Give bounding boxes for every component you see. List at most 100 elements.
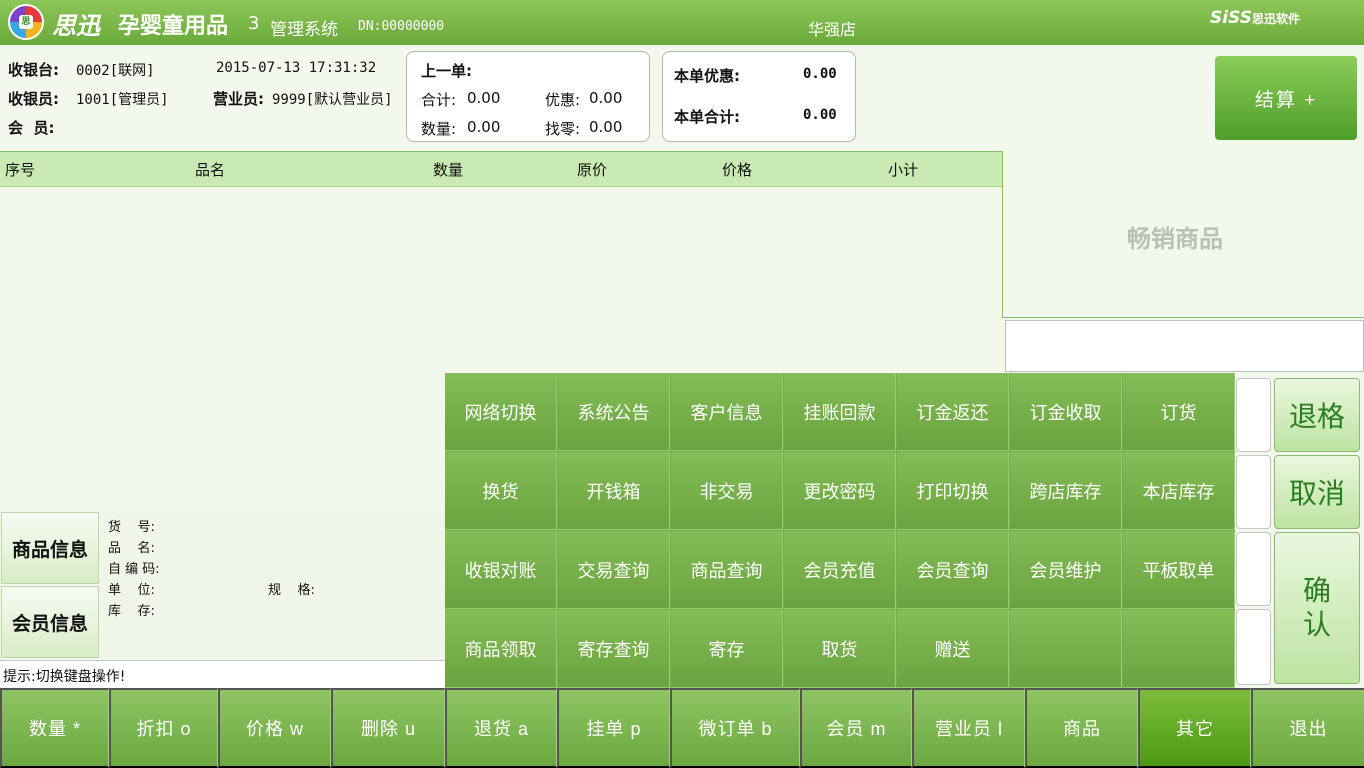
sku-label: 货 号: xyxy=(108,520,155,535)
vendor-brand: SiSS xyxy=(1210,8,1252,28)
vendor-name: 思迅软件 xyxy=(1251,12,1300,26)
settle-button[interactable]: 结算 + xyxy=(1215,56,1357,140)
menu-item[interactable]: 非交易 xyxy=(671,452,783,530)
menu-item[interactable]: 取货 xyxy=(784,610,896,688)
confirm-label-2: 认 xyxy=(1302,609,1331,640)
menu-item[interactable]: 更改密码 xyxy=(784,452,896,530)
product-name: 孕婴童用品 xyxy=(118,14,229,39)
spec-label: 规 格: xyxy=(268,583,315,598)
price-button[interactable]: 价格 w xyxy=(218,688,331,768)
clerk-label: 营业员: xyxy=(213,90,264,108)
col-price: 价格 xyxy=(722,161,753,179)
keypad-key[interactable] xyxy=(1236,609,1271,685)
menu-item[interactable]: 打印切换 xyxy=(897,452,1009,530)
last-qty-value: 0.00 xyxy=(467,118,501,136)
menu-item[interactable]: 收银对账 xyxy=(445,531,557,609)
menu-item[interactable]: 寄存查询 xyxy=(558,610,670,688)
cashier-value: 1001[管理员] xyxy=(76,92,169,108)
menu-item[interactable]: 网络切换 xyxy=(445,373,557,451)
keypad-key[interactable] xyxy=(1236,455,1271,529)
menu-item[interactable]: 挂账回款 xyxy=(784,373,896,451)
barcode-input[interactable] xyxy=(1005,320,1364,372)
menu-item[interactable]: 交易查询 xyxy=(558,531,670,609)
col-name: 品名 xyxy=(195,161,226,179)
menu-item[interactable]: 订货 xyxy=(1123,373,1235,451)
menu-item[interactable]: 换货 xyxy=(445,452,557,530)
keypad-key[interactable] xyxy=(1236,532,1271,606)
datetime: 2015-07-13 17:31:32 xyxy=(216,60,377,76)
last-order-box: 上一单: 合计: 0.00 优惠: 0.00 数量: 0.00 找零: 0.00 xyxy=(406,51,650,142)
info-tabs: 商品信息 会员信息 xyxy=(0,512,100,660)
tab-product-info[interactable]: 商品信息 xyxy=(1,512,99,584)
keypad-key[interactable] xyxy=(1236,378,1271,452)
col-qty: 数量 xyxy=(433,161,464,179)
clerk-value: 9999[默认营业员] xyxy=(272,92,393,108)
menu-item[interactable]: 商品查询 xyxy=(671,531,783,609)
version-number: 3 xyxy=(248,13,260,34)
menu-item-empty xyxy=(1010,610,1122,688)
confirm-button[interactable]: 确 认 xyxy=(1274,532,1360,684)
order-info-area: 收银台: 0002[联网] 2015-07-13 17:31:32 收银员: 1… xyxy=(0,45,1364,150)
discount-button[interactable]: 折扣 o xyxy=(109,688,218,768)
menu-item-empty xyxy=(1123,610,1235,688)
cashier-label: 收银员: xyxy=(8,90,59,108)
menu-item[interactable]: 系统公告 xyxy=(558,373,670,451)
backspace-button[interactable]: 退格 xyxy=(1274,378,1360,452)
menu-item[interactable]: 客户信息 xyxy=(671,373,783,451)
menu-item[interactable]: 平板取单 xyxy=(1123,531,1235,609)
menu-item[interactable]: 寄存 xyxy=(671,610,783,688)
register-value: 0002[联网] xyxy=(76,63,155,79)
last-total-value: 0.00 xyxy=(467,89,501,107)
table-header: 序号 品名 数量 原价 价格 小计 xyxy=(0,152,1002,187)
store-name: 华强店 xyxy=(808,20,857,39)
last-discount-value: 0.00 xyxy=(589,89,623,107)
menu-item[interactable]: 会员维护 xyxy=(1010,531,1122,609)
last-discount-label: 优惠: xyxy=(545,91,581,109)
product-button[interactable]: 商品 xyxy=(1025,688,1138,768)
name-label: 品 名: xyxy=(108,541,155,556)
current-discount-value: 0.00 xyxy=(803,66,837,82)
clerk-button[interactable]: 营业员 l xyxy=(912,688,1025,768)
product-info-panel: 货 号: 品 名: 自 编 码: 单 位: 规 格: 库 存: xyxy=(100,512,445,660)
last-qty-label: 数量: xyxy=(421,120,457,138)
menu-item[interactable]: 订金收取 xyxy=(1010,373,1122,451)
menu-item[interactable]: 赠送 xyxy=(897,610,1009,688)
hold-button[interactable]: 挂单 p xyxy=(557,688,670,768)
col-subtotal: 小计 xyxy=(888,161,919,179)
bestseller-panel[interactable]: 畅销商品 xyxy=(1002,151,1364,318)
menu-item[interactable]: 会员充值 xyxy=(784,531,896,609)
exit-button[interactable]: 退出 xyxy=(1251,688,1364,768)
delete-button[interactable]: 删除 u xyxy=(331,688,445,768)
col-index: 序号 xyxy=(5,161,36,179)
vendor-logo: SiSS思迅软件 xyxy=(1210,8,1300,28)
brand-name: 思迅 xyxy=(52,12,100,40)
stock-label: 库 存: xyxy=(108,604,155,619)
code-label: 自 编 码: xyxy=(108,562,160,577)
menu-item[interactable]: 跨店库存 xyxy=(1010,452,1122,530)
menu-item[interactable]: 会员查询 xyxy=(897,531,1009,609)
current-discount-label: 本单优惠: xyxy=(674,67,740,85)
return-button[interactable]: 退货 a xyxy=(445,688,557,768)
menu-item[interactable]: 商品领取 xyxy=(445,610,557,688)
app-logo-icon: 思 xyxy=(8,4,44,40)
system-name: 管理系统 xyxy=(270,20,338,40)
current-total-label: 本单合计: xyxy=(674,108,740,126)
menu-item[interactable]: 本店库存 xyxy=(1123,452,1235,530)
bestseller-label: 畅销商品 xyxy=(1127,225,1223,253)
current-total-value: 0.00 xyxy=(803,107,837,123)
menu-item[interactable]: 订金返还 xyxy=(897,373,1009,451)
last-change-label: 找零: xyxy=(545,120,581,138)
tab-member-info[interactable]: 会员信息 xyxy=(1,586,99,658)
function-menu: 网络切换 系统公告 客户信息 挂账回款 订金返还 订金收取 订货换货 开钱箱 非交易 更改密码 打印… xyxy=(445,373,1235,688)
dn-number: DN:00000000 xyxy=(358,19,445,34)
bottom-toolbar: 数量 * 折扣 o 价格 w 删除 u 退货 a 挂单 p 微订单 b 会员 m… xyxy=(0,688,1364,768)
cancel-button[interactable]: 取消 xyxy=(1274,455,1360,529)
micro-order-button[interactable]: 微订单 b xyxy=(670,688,800,768)
qty-button[interactable]: 数量 * xyxy=(0,688,109,768)
menu-item[interactable]: 开钱箱 xyxy=(558,452,670,530)
other-button[interactable]: 其它 xyxy=(1138,688,1251,768)
title-bar: 思 思迅 孕婴童用品 3 管理系统 DN:00000000 华强店 SiSS思迅… xyxy=(0,0,1364,45)
member-button[interactable]: 会员 m xyxy=(800,688,912,768)
last-change-value: 0.00 xyxy=(589,118,623,136)
register-label: 收银台: xyxy=(8,61,59,79)
